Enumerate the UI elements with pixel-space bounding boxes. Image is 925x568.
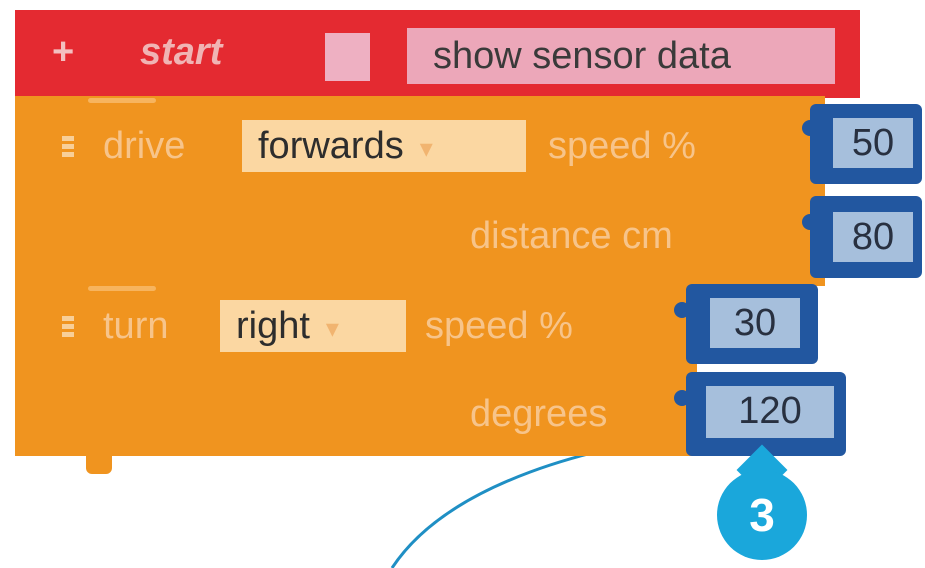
chevron-down-icon: ▾ <box>419 132 433 163</box>
turn-direction-dropdown[interactable]: right ▾ <box>220 300 406 352</box>
show-sensor-data-field[interactable]: show sensor data <box>407 28 835 84</box>
turn-speed-input[interactable]: 30 <box>710 298 800 348</box>
direction-dropdown[interactable]: forwards ▾ <box>242 120 526 172</box>
start-label: start <box>140 31 223 73</box>
block-bottom-connector <box>86 454 112 474</box>
callout-number: 3 <box>749 489 775 541</box>
drive-speed-input[interactable]: 50 <box>833 118 913 168</box>
drag-handle-icon[interactable] <box>62 136 74 162</box>
drag-handle-icon[interactable] <box>62 316 74 342</box>
degrees-input[interactable]: 120 <box>706 386 834 438</box>
drive-speed-label: speed % <box>548 125 696 167</box>
distance-label: distance cm <box>470 215 673 257</box>
turn-speed-label: speed % <box>425 305 573 347</box>
chevron-down-icon: ▾ <box>325 312 339 343</box>
drive-label: drive <box>103 125 186 167</box>
turn-direction-value: right <box>236 305 310 347</box>
block-notch <box>88 98 156 103</box>
distance-input[interactable]: 80 <box>833 212 913 262</box>
plus-icon[interactable]: + <box>52 32 74 72</box>
turn-label: turn <box>103 305 169 347</box>
checkbox-icon[interactable] <box>325 33 370 81</box>
block-notch <box>88 286 156 291</box>
degrees-label: degrees <box>470 393 608 435</box>
direction-value: forwards <box>258 125 404 167</box>
